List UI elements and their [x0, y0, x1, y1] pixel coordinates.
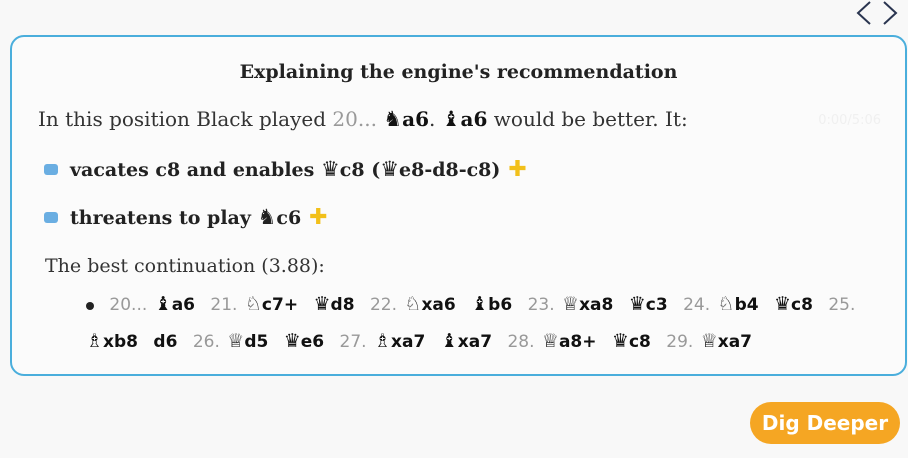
move-number: 24. [683, 295, 711, 315]
best-move[interactable]: ♝a6 [442, 107, 488, 131]
move-number: 28. [507, 332, 535, 352]
played-move[interactable]: ♞a6 [383, 107, 429, 131]
reason-route: e8-d8-c8) [399, 158, 501, 181]
move-number: 21. [210, 295, 238, 315]
intro-suffix: would be better. It: [493, 107, 688, 131]
chess-piece-icon: ♘ [717, 293, 735, 315]
continuation-move[interactable]: ♛e6 [283, 330, 325, 353]
played-move-number: 20... [332, 107, 377, 131]
move-text: c3 [645, 295, 668, 315]
reason-vacates: vacates c8 and enables ♛ c8 (♛ e8-d8-c8) ✚ [44, 157, 527, 182]
chess-piece-icon: ♕ [562, 293, 580, 315]
chess-piece-icon: ♕ [700, 330, 718, 352]
move-number: 22. [369, 295, 397, 315]
continuation-move[interactable]: ♘xa6 [404, 293, 456, 316]
intro-text: In this position Black played 20... ♞a6.… [38, 107, 688, 131]
chess-piece-icon: ♗ [374, 330, 392, 352]
move-text: xa7 [717, 332, 753, 352]
continuation-move[interactable]: ♗xa7 [374, 330, 426, 353]
chess-piece-icon: ♝ [154, 293, 172, 315]
move-text: xb8 [103, 332, 139, 352]
chess-piece-icon: ♛ [774, 293, 792, 315]
knight-icon: ♞ [257, 205, 277, 229]
continuation-move[interactable]: ♛c3 [628, 293, 668, 316]
move-text: d6 [153, 332, 178, 352]
move-text: e6 [300, 332, 325, 352]
queen-icon: ♛ [380, 157, 400, 181]
chess-piece-icon: ♕ [541, 330, 559, 352]
reason-text: vacates c8 and enables [70, 158, 315, 181]
continuation-move[interactable]: ♝b6 [471, 293, 513, 316]
reason-square: c6 [276, 206, 302, 229]
bullet-square-icon [44, 164, 58, 175]
watermark: 0:00/5:06 [818, 113, 881, 128]
chess-piece-icon: ♛ [611, 330, 629, 352]
move-number: 20... [109, 295, 148, 315]
expand-plus-icon[interactable]: ✚ [309, 205, 327, 230]
move-text: xa7 [391, 332, 426, 352]
navigation-arrows [854, 0, 900, 26]
move-text: xa6 [421, 295, 456, 315]
move-number: 27. [339, 332, 367, 352]
explanation-card: Explaining the engine's recommendation I… [10, 35, 907, 376]
continuation-move[interactable]: ♘b4 [717, 293, 759, 316]
continuation-move[interactable]: ♛c8 [611, 330, 651, 353]
move-text: d8 [330, 295, 355, 315]
continuation-move[interactable]: d6 [153, 332, 177, 352]
move-number: 29. [666, 332, 694, 352]
chess-piece-icon: ♘ [244, 293, 262, 315]
move-text: a6 [171, 295, 196, 315]
card-title: Explaining the engine's recommendation [239, 61, 678, 83]
move-text: c7+ [261, 295, 299, 315]
dig-deeper-button[interactable]: Dig Deeper [750, 402, 900, 444]
chess-piece-icon: ♛ [628, 293, 646, 315]
move-text: b4 [734, 295, 759, 315]
chess-piece-icon: ♗ [86, 330, 104, 352]
intro-prefix: In this position Black played [38, 107, 327, 131]
bullet-dot-icon [86, 301, 94, 310]
knight-icon: ♞ [383, 107, 403, 131]
continuation-move[interactable]: ♝a6 [154, 293, 196, 316]
continuation-move[interactable]: ♕a8+ [541, 330, 597, 353]
move-text: c8 [791, 295, 813, 315]
expand-plus-icon[interactable]: ✚ [508, 157, 526, 182]
move-number: 26. [192, 332, 220, 352]
previous-arrow-icon[interactable] [854, 0, 874, 26]
move-number: 25. [828, 295, 856, 315]
continuation-move[interactable]: ♘c7+ [244, 293, 299, 316]
best-continuation-line: 20... ♝a6 21. ♘c7+ ♛d8 22. ♘xa6 ♝b6 23. … [86, 287, 875, 361]
bishop-icon: ♝ [441, 107, 461, 131]
move-text: a8+ [558, 332, 597, 352]
chess-piece-icon: ♝ [471, 293, 489, 315]
continuation-move[interactable]: ♕xa7 [700, 330, 753, 353]
reason-square: c8 [339, 158, 365, 181]
queen-icon: ♛ [320, 157, 340, 181]
continuation-move[interactable]: ♛d8 [313, 293, 355, 316]
next-arrow-icon[interactable] [880, 0, 900, 26]
move-text: xa8 [579, 295, 614, 315]
continuation-move[interactable]: ♛c8 [774, 293, 813, 316]
continuation-move[interactable]: ♕d5 [227, 330, 269, 353]
move-text: b6 [488, 295, 513, 315]
continuation-move[interactable]: ♝xa7 [440, 330, 493, 353]
chess-piece-icon: ♘ [404, 293, 422, 315]
move-text: xa7 [457, 332, 493, 352]
move-number: 23. [527, 295, 555, 315]
best-move-square: a6 [460, 107, 488, 131]
best-continuation-label: The best continuation (3.88): [45, 255, 325, 277]
bullet-square-icon [44, 212, 58, 223]
chess-piece-icon: ♕ [227, 330, 245, 352]
move-text: d5 [244, 332, 269, 352]
continuation-move[interactable]: ♗xb8 [86, 330, 139, 353]
move-text: c8 [628, 332, 651, 352]
chess-piece-icon: ♛ [313, 293, 331, 315]
reason-threatens: threatens to play ♞ c6 ✚ [44, 205, 328, 230]
chess-piece-icon: ♝ [440, 330, 458, 352]
continuation-move[interactable]: ♕xa8 [562, 293, 614, 316]
chess-piece-icon: ♛ [283, 330, 301, 352]
reason-text: threatens to play [70, 206, 251, 229]
played-move-square: a6 [402, 107, 429, 131]
